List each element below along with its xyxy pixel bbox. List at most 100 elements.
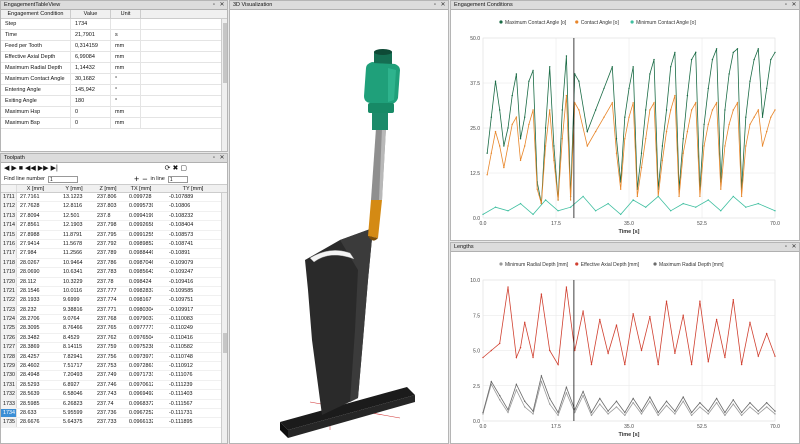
table-row[interactable]: Maximum Hsp 0 mm xyxy=(1,107,227,118)
close-icon[interactable]: ✕ xyxy=(791,244,797,250)
data-point xyxy=(507,409,509,411)
data-point xyxy=(482,413,484,415)
float-icon[interactable]: ▫ xyxy=(211,155,217,161)
table-row[interactable]: Maximum Contact Angle 30,1682 ° xyxy=(1,74,227,85)
toolpath-scrollbar[interactable] xyxy=(221,193,227,443)
data-point xyxy=(774,109,776,111)
data-point xyxy=(661,145,664,147)
table-cell: -0.108573 xyxy=(169,231,194,238)
x-axis-label: Time [s] xyxy=(619,432,640,438)
table-row[interactable]: Feed per Tooth 0,314159 mm xyxy=(1,41,227,52)
table-cell: Time xyxy=(1,30,71,40)
scroll-thumb[interactable] xyxy=(223,23,227,83)
engagement-scrollbar[interactable] xyxy=(221,19,227,151)
col-header[interactable]: Engagement Condition xyxy=(1,10,71,18)
table-row[interactable]: Entering Angle 145,942 ° xyxy=(1,85,227,96)
col-header-y[interactable]: Y [mm] xyxy=(51,185,85,192)
in-line-input[interactable]: 1 xyxy=(167,175,188,183)
table-row[interactable]: 1732 28.5639 6.58046 237.743 0.0969492 -0.111… xyxy=(1,390,227,400)
table-cell: -0.111403 xyxy=(169,391,193,398)
lengths-chart[interactable]: 0.02.55.07.510.00.0 17.5 35.0 52.5 70.0Time … xyxy=(451,252,799,443)
table-row[interactable]: 1727 28.3869 8.14115 237.759 0.0975238 -0.110… xyxy=(1,343,227,353)
data-point xyxy=(553,159,555,162)
close-icon[interactable]: ✕ xyxy=(791,2,797,8)
data-point xyxy=(607,413,609,415)
close-icon[interactable]: ✕ xyxy=(440,2,446,8)
table-row[interactable]: 1729 28.4602 7.51717 237.753 0.0972861 -0.110… xyxy=(1,362,227,372)
table-row[interactable]: Step 1734 xyxy=(1,19,227,30)
table-row[interactable]: 1716 27.9414 11.5678 237.792 0.0989852 -0.108… xyxy=(1,239,227,250)
table-row[interactable]: 1731 28.5293 6.8927 237.746 0.0970612 -0.1112… xyxy=(1,380,227,391)
table-row[interactable]: 1724 28.2706 9.0764 237.768 0.0979037 -0.1100… xyxy=(1,315,227,325)
data-point xyxy=(524,321,526,323)
plus-icon[interactable]: + xyxy=(134,175,139,184)
table-cell: ° xyxy=(111,85,141,95)
data-point xyxy=(611,66,614,68)
table-row[interactable]: Time 21,7901 s xyxy=(1,30,227,41)
data-point xyxy=(524,400,526,402)
col-header[interactable]: Value xyxy=(71,10,111,18)
visualization-panel: 3D Visualization ▫ ✕ xyxy=(229,0,449,444)
float-icon[interactable]: ▫ xyxy=(783,244,789,250)
table-row[interactable]: 1712 27.7628 12.8116 237.803 0.0995739 -0.108… xyxy=(1,202,227,212)
data-point xyxy=(765,87,768,90)
close-icon[interactable]: ✕ xyxy=(219,155,225,161)
table-cell xyxy=(111,19,141,29)
table-row[interactable]: 1721 28.1546 10.0116 237.777 0.0982837 -0.109… xyxy=(1,286,227,297)
scroll-thumb[interactable] xyxy=(223,333,227,353)
col-header[interactable]: Unit xyxy=(111,10,141,18)
col-header-x[interactable]: X [mm] xyxy=(17,185,51,192)
table-row[interactable]: Exiting Angle 180 ° xyxy=(1,96,227,107)
data-point xyxy=(624,116,626,118)
step-back-icon[interactable]: ◀ xyxy=(4,165,9,173)
float-icon[interactable]: ▫ xyxy=(211,2,217,8)
data-point xyxy=(565,392,568,394)
table-row[interactable]: Effective Axial Depth 6,99084 mm xyxy=(1,52,227,63)
close-icon[interactable]: ✕ xyxy=(219,2,225,8)
minus-icon[interactable]: − xyxy=(142,175,147,184)
export-icon[interactable]: ▢ xyxy=(180,165,187,173)
table-row[interactable]: Maximum Bsp 0 mm xyxy=(1,118,227,129)
fast-back-icon[interactable]: ◀◀ xyxy=(25,165,36,173)
data-point xyxy=(515,383,518,386)
fast-forward-icon[interactable]: ▶▶ xyxy=(38,165,49,173)
table-row[interactable]: 1718 28.0267 10.9464 237.786 0.0987046 -0.109… xyxy=(1,258,227,269)
table-row[interactable]: 1717 27.984 11.2566 237.789 0.0988449 -0.1089… xyxy=(1,249,227,259)
table-row[interactable]: 1725 28.3095 8.76466 237.765 0.0977771 -0.110… xyxy=(1,324,227,334)
table-row[interactable]: 1715 27.8988 11.8791 237.795 0.0991255 -0.108… xyxy=(1,230,227,240)
table-row[interactable]: 1733 28.5985 6.26823 237.74 0.0968372 -0.1115… xyxy=(1,399,227,409)
skip-end-icon[interactable]: ▶| xyxy=(51,165,58,173)
refresh-icon[interactable]: ⟳ xyxy=(165,165,171,173)
table-cell: -0.109751 xyxy=(169,297,194,304)
table-row[interactable]: 1711 27.7161 13.1223 237.806 0.099728 -0.1078… xyxy=(1,193,227,203)
play-icon[interactable]: ▶ xyxy=(11,165,16,173)
table-row[interactable]: 1722 28.1933 9.6999 237.774 0.098167 -0.10975… xyxy=(1,296,227,306)
table-row[interactable]: 1723 28.232 9.38816 237.771 0.0980304 -0.1099… xyxy=(1,305,227,316)
data-point xyxy=(657,414,659,417)
table-row[interactable]: 1735 28.6676 5.64375 237.733 0.0966132 -0.111… xyxy=(1,418,227,428)
table-row[interactable]: 1720 28.112 10.3229 237.78 0.098424 -0.109416 xyxy=(1,277,227,287)
table-row[interactable]: 1719 28.0690 10.6341 237.783 0.0985643 -0.109… xyxy=(1,268,227,278)
float-icon[interactable]: ▫ xyxy=(432,2,438,8)
col-header-ty[interactable]: TY [mm] xyxy=(153,185,217,192)
table-row[interactable]: 1714 27.8561 12.1903 237.798 0.0992658 -0.108… xyxy=(1,221,227,231)
col-header-z[interactable]: Z [mm] xyxy=(85,185,119,192)
table-cell: 0.0969492 xyxy=(129,391,153,398)
table-row[interactable]: Maximum Radial Depth 1,14432 mm xyxy=(1,63,227,74)
table-row[interactable]: 1713 27.8094 12.501 237.8 0.0994199 -0.108232 xyxy=(1,211,227,222)
data-point xyxy=(774,51,776,54)
col-header-tx[interactable]: TX [mm] xyxy=(119,185,153,192)
table-row[interactable]: 1726 28.3482 8.4529 237.762 0.0976504 -0.1104… xyxy=(1,333,227,344)
table-cell: 0.0975238 xyxy=(129,344,153,351)
table-row[interactable]: 1728 28.4257 7.82941 237.756 0.0973971 -0.110… xyxy=(1,352,227,363)
table-cell: 28.1546 xyxy=(20,287,40,294)
engagement-chart[interactable]: 0.012.525.037.550.00.0 17.5 35.0 52.5 70.0Ti… xyxy=(451,10,799,240)
table-row[interactable]: 1734 28.633 5.95599 237.736 0.0967252 -0.1117… xyxy=(1,408,227,419)
clear-icon[interactable]: ✖ xyxy=(173,165,179,173)
table-row[interactable]: 1730 28.4948 7.20493 237.749 0.0971731 -0.111… xyxy=(1,371,227,381)
float-icon[interactable]: ▫ xyxy=(783,2,789,8)
stop-icon[interactable]: ■ xyxy=(19,165,23,173)
3d-viewport[interactable] xyxy=(230,10,448,443)
table-cell: 0.099728 xyxy=(129,194,152,200)
find-line-input[interactable]: 1 xyxy=(47,175,78,183)
